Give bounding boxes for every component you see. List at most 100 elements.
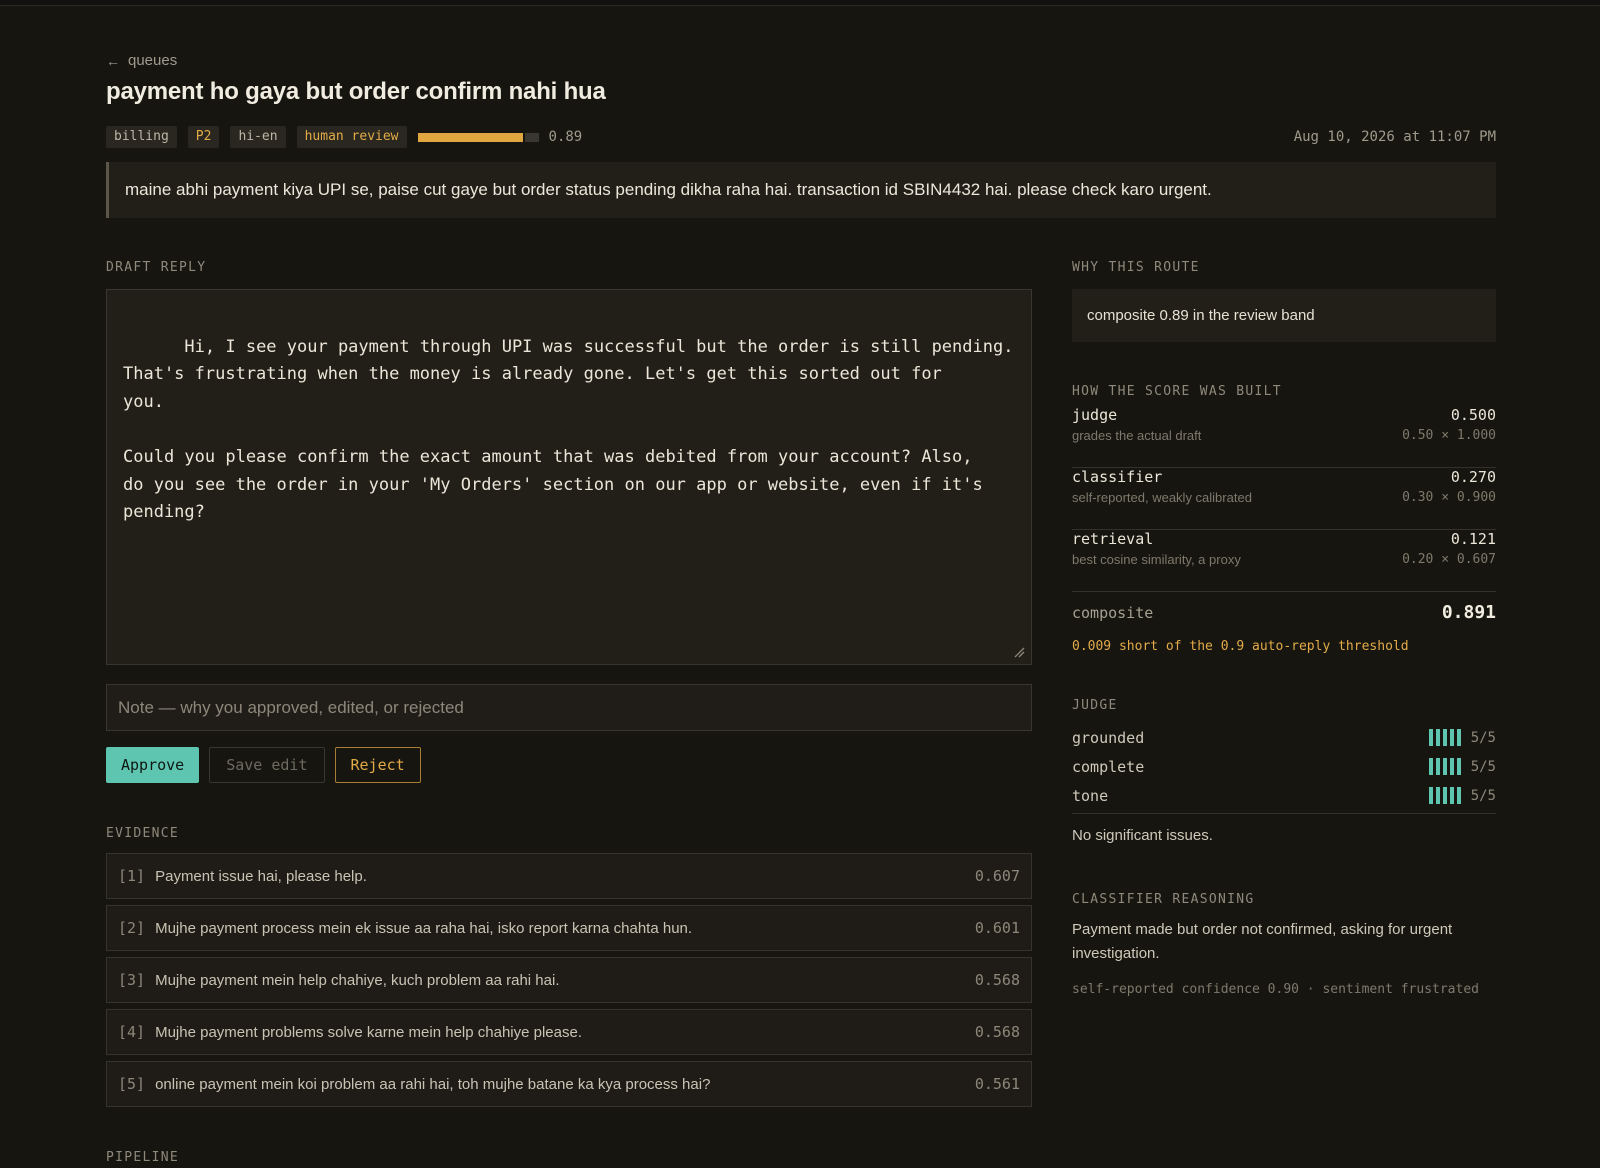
- rating-pip: [1435, 758, 1440, 775]
- rating-pip: [1456, 787, 1461, 804]
- customer-message: maine abhi payment kiya UPI se, paise cu…: [106, 162, 1496, 218]
- page-title: payment ho gaya but order confirm nahi h…: [106, 78, 606, 105]
- evidence-item[interactable]: [2] Mujhe payment process mein ek issue …: [106, 905, 1032, 951]
- rating-pip: [1435, 787, 1440, 804]
- note-input[interactable]: Note — why you approved, edited, or reje…: [106, 684, 1032, 731]
- score-row-value: 0.121: [1450, 530, 1496, 548]
- classifier-reasoning: Payment made but order not confirmed, as…: [1072, 921, 1453, 962]
- score-row-description: self-reported, weakly calibrated: [1072, 490, 1252, 505]
- ticket-meta: billing P2 hi-en human review 0.89 Aug 1…: [106, 125, 1496, 149]
- rating-pip: [1428, 787, 1433, 804]
- evidence-index: [1]: [118, 867, 146, 885]
- evidence-index: [5]: [118, 1075, 146, 1093]
- score-row-name: classifier: [1072, 468, 1163, 486]
- score-row-classifier: classifier self-reported, weakly calibra…: [1072, 468, 1496, 530]
- draft-reply-text: Hi, I see your payment through UPI was s…: [123, 336, 1014, 523]
- evidence-section-label: EVIDENCE: [106, 826, 180, 841]
- rating-pip: [1449, 729, 1454, 746]
- evidence-index: [2]: [118, 919, 146, 937]
- classifier-meta: self-reported confidence 0.90 · sentimen…: [1072, 982, 1479, 997]
- score-row-value: 0.270: [1450, 468, 1496, 486]
- threshold-note: 0.009 short of the 0.9 auto-reply thresh…: [1072, 639, 1409, 654]
- customer-message-text: maine abhi payment kiya UPI se, paise cu…: [125, 180, 1212, 199]
- evidence-score: 0.561: [974, 1075, 1020, 1093]
- action-buttons: Approve Save edit Reject: [106, 747, 421, 783]
- approve-button[interactable]: Approve: [106, 747, 200, 783]
- judge-score: 5/5: [1470, 787, 1496, 804]
- route-tag: human review: [296, 126, 407, 148]
- rating-pips: [1428, 787, 1461, 804]
- judge-row-grounded: grounded 5/5: [1072, 723, 1496, 752]
- judge-criterion: tone: [1072, 786, 1109, 805]
- evidence-text: Mujhe payment process mein ek issue aa r…: [155, 919, 693, 937]
- score-row-retrieval: retrieval best cosine similarity, a prox…: [1072, 530, 1496, 592]
- confidence-bar: [417, 131, 539, 143]
- rating-pips: [1428, 729, 1461, 746]
- rating-pip: [1428, 758, 1433, 775]
- save-edit-button[interactable]: Save edit: [209, 747, 325, 783]
- score-row-description: grades the actual draft: [1072, 428, 1202, 443]
- score-row-judge: judge grades the actual draft 0.500 0.50…: [1072, 406, 1496, 468]
- score-row-calc: 0.30 × 0.900: [1402, 490, 1496, 505]
- back-link[interactable]: ← queues: [106, 52, 177, 69]
- score-row-description: best cosine similarity, a proxy: [1072, 552, 1241, 567]
- note-input-placeholder: Note — why you approved, edited, or reje…: [118, 697, 464, 717]
- rating-pips: [1428, 758, 1461, 775]
- evidence-score: 0.568: [974, 1023, 1020, 1041]
- evidence-text: Mujhe payment problems solve karne mein …: [155, 1023, 582, 1041]
- draft-section-label: DRAFT REPLY: [106, 260, 207, 275]
- judge-scores: grounded 5/5 complete 5/5 tone 5/5: [1072, 723, 1496, 810]
- judge-criterion: grounded: [1072, 728, 1145, 747]
- resize-handle-icon[interactable]: [1013, 646, 1025, 658]
- evidence-item[interactable]: [1] Payment issue hai, please help. 0.60…: [106, 853, 1032, 899]
- back-link-label: queues: [128, 52, 178, 69]
- judge-score: 5/5: [1470, 758, 1496, 775]
- rating-pip: [1456, 758, 1461, 775]
- route-reason: composite 0.89 in the review band: [1072, 289, 1496, 342]
- reject-button[interactable]: Reject: [334, 747, 421, 783]
- evidence-text: Payment issue hai, please help.: [155, 867, 367, 885]
- threshold-marker: [523, 131, 526, 143]
- score-breakdown: judge grades the actual draft 0.500 0.50…: [1072, 406, 1496, 592]
- classifier-section-label: CLASSIFIER REASONING: [1072, 892, 1255, 907]
- score-row-calc: 0.20 × 0.607: [1402, 552, 1496, 567]
- evidence-text: Mujhe payment mein help chahiye, kuch pr…: [155, 971, 560, 989]
- ticket-timestamp: Aug 10, 2026 at 11:07 PM: [1293, 129, 1496, 145]
- composite-value: 0.891: [1441, 602, 1496, 623]
- priority-tag: P2: [187, 126, 220, 148]
- rating-pip: [1442, 758, 1447, 775]
- evidence-score: 0.601: [974, 919, 1020, 937]
- score-row-name: judge: [1072, 406, 1118, 424]
- judge-section-label: JUDGE: [1072, 698, 1118, 713]
- rating-pip: [1435, 729, 1440, 746]
- draft-reply-textarea[interactable]: Hi, I see your payment through UPI was s…: [106, 289, 1032, 665]
- composite-label: composite: [1072, 604, 1154, 622]
- evidence-item[interactable]: [5] online payment mein koi problem aa r…: [106, 1061, 1032, 1107]
- composite-score: composite 0.891: [1072, 602, 1496, 626]
- score-row-calc: 0.50 × 1.000: [1402, 428, 1496, 443]
- rating-pip: [1449, 787, 1454, 804]
- language-tag: hi-en: [230, 126, 286, 148]
- judge-row-tone: tone 5/5: [1072, 781, 1496, 810]
- confidence-value: 0.89: [548, 129, 583, 145]
- rating-pip: [1449, 758, 1454, 775]
- confidence-bar-fill: [417, 132, 526, 142]
- judge-row-complete: complete 5/5: [1072, 752, 1496, 781]
- evidence-score: 0.607: [974, 867, 1020, 885]
- pipeline-section-label: PIPELINE: [106, 1150, 180, 1165]
- judge-criterion: complete: [1072, 757, 1145, 776]
- score-row-value: 0.500: [1450, 406, 1496, 424]
- arrow-left-icon: ←: [106, 52, 120, 69]
- evidence-text: online payment mein koi problem aa rahi …: [155, 1075, 711, 1093]
- top-border: [0, 0, 1600, 6]
- rating-pip: [1442, 787, 1447, 804]
- evidence-score: 0.568: [974, 971, 1020, 989]
- category-tag: billing: [106, 126, 177, 148]
- route-section-label: WHY THIS ROUTE: [1072, 260, 1200, 275]
- divider: [1072, 813, 1496, 814]
- evidence-item[interactable]: [3] Mujhe payment mein help chahiye, kuc…: [106, 957, 1032, 1003]
- evidence-item[interactable]: [4] Mujhe payment problems solve karne m…: [106, 1009, 1032, 1055]
- evidence-index: [3]: [118, 971, 146, 989]
- rating-pip: [1456, 729, 1461, 746]
- evidence-list: [1] Payment issue hai, please help. 0.60…: [106, 853, 1032, 1113]
